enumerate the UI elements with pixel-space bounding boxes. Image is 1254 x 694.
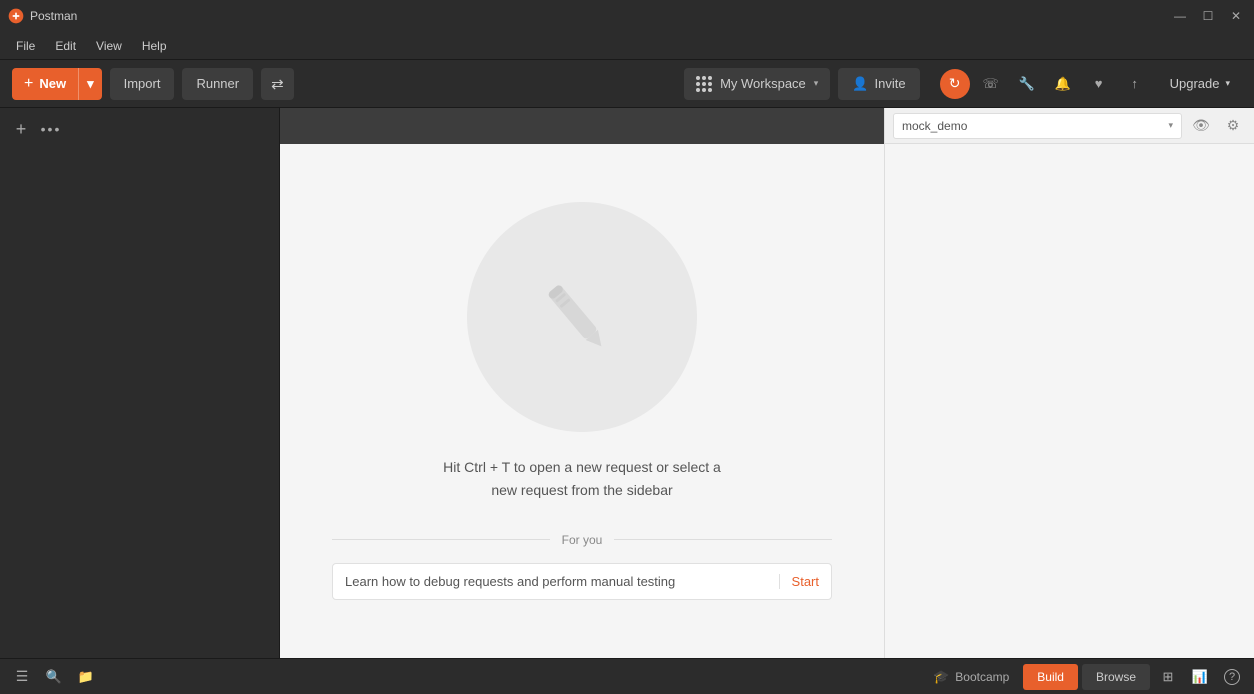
runner-button[interactable]: Runner (182, 68, 253, 100)
environment-selector[interactable]: mock_demo ▾ (893, 113, 1182, 139)
sidebar-tabs: + ••• (0, 108, 279, 142)
new-plus-icon: + (24, 75, 33, 93)
search-button[interactable]: 🔍 (40, 663, 68, 691)
learn-text: Learn how to debug requests and perform … (345, 574, 767, 589)
graph-button[interactable]: 📊 (1186, 663, 1214, 691)
sidebar: + ••• (0, 108, 280, 658)
eye-icon: 👁 (1192, 117, 1210, 134)
env-name: mock_demo (902, 119, 967, 133)
workspace-selector[interactable]: My Workspace ▾ (684, 68, 830, 100)
menu-edit[interactable]: Edit (47, 37, 84, 55)
help-button[interactable]: ? (1218, 663, 1246, 691)
content-tab-bar (280, 108, 884, 144)
upgrade-label: Upgrade (1170, 76, 1220, 91)
empty-state: Hit Ctrl + T to open a new request or se… (280, 144, 884, 658)
wrench-icon: 🔧 (1019, 76, 1035, 92)
right-panel (884, 144, 1254, 658)
workspace-name: My Workspace (720, 76, 806, 91)
bottom-left: ☰ 🔍 📁 (8, 663, 100, 691)
graph-icon: 📊 (1192, 669, 1208, 685)
title-left: Postman (8, 8, 77, 24)
new-label: New (39, 76, 66, 91)
heart-icon: ♥ (1095, 76, 1103, 91)
help-icon: ? (1224, 669, 1240, 685)
collection-button[interactable]: 📁 (72, 663, 100, 691)
layout-icon: ⊞ (1163, 669, 1174, 685)
sidebar-more-button[interactable]: ••• (38, 116, 64, 142)
sidebar-toggle-button[interactable]: ☰ (8, 663, 36, 691)
intercept-icon-button[interactable]: ☏ (976, 69, 1006, 99)
import-button[interactable]: Import (110, 68, 175, 100)
notifications-button[interactable]: 🔔 (1048, 69, 1078, 99)
menu-file[interactable]: File (8, 37, 43, 55)
edit-icon (532, 267, 632, 367)
for-you-divider: For you (332, 533, 832, 547)
bottom-right: 🎓 Bootcamp Build Browse ⊞ 📊 ? (923, 663, 1246, 691)
window-controls: — ☐ ✕ (1170, 9, 1246, 23)
for-you-item: Learn how to debug requests and perform … (332, 563, 832, 600)
sidebar-toggle-icon: ☰ (16, 668, 29, 685)
app-title: Postman (30, 9, 77, 23)
title-bar: Postman — ☐ ✕ (0, 0, 1254, 32)
maximize-button[interactable]: ☐ (1198, 9, 1218, 23)
settings-button[interactable]: ⚙ (1220, 113, 1246, 139)
divider-left (332, 539, 550, 540)
minimize-button[interactable]: — (1170, 9, 1190, 23)
wrench-button[interactable]: 🔧 (1012, 69, 1042, 99)
toolbar-right: ↻ ☏ 🔧 🔔 ♥ ↑ (940, 69, 1150, 99)
dots-icon: ••• (41, 121, 62, 137)
menu-bar: File Edit View Help (0, 32, 1254, 60)
for-you-label: For you (562, 533, 603, 547)
upgrade-chevron-icon: ▾ (1225, 78, 1230, 89)
plus-icon: + (16, 119, 27, 140)
upgrade-button[interactable]: Upgrade ▾ (1158, 68, 1242, 100)
collection-icon: 📁 (78, 669, 94, 685)
search-icon: 🔍 (46, 669, 62, 685)
postman-logo-icon (8, 8, 24, 24)
new-dropdown-arrow[interactable]: ▾ (78, 68, 102, 100)
sync-button[interactable]: ↻ (940, 69, 970, 99)
bootcamp-icon: 🎓 (933, 669, 949, 685)
bootcamp-label: Bootcamp (955, 670, 1009, 684)
empty-text: Hit Ctrl + T to open a new request or se… (443, 456, 721, 501)
invite-button[interactable]: 👤 Invite (838, 68, 919, 100)
close-button[interactable]: ✕ (1226, 9, 1246, 23)
upload-icon: ↑ (1131, 76, 1138, 91)
bootcamp-button[interactable]: 🎓 Bootcamp (923, 665, 1019, 689)
layout-button[interactable]: ⊞ (1154, 663, 1182, 691)
new-button[interactable]: + New ▾ (12, 68, 102, 100)
build-button[interactable]: Build (1023, 664, 1078, 690)
browse-button[interactable]: Browse (1082, 664, 1150, 690)
env-chevron-icon: ▾ (1168, 120, 1173, 131)
sync-icon: ↻ (949, 75, 961, 92)
main-area: + ••• mock_demo ▾ 👁 ⚙ (0, 108, 1254, 658)
workspace-chevron-icon: ▾ (814, 78, 819, 89)
bottom-bar: ☰ 🔍 📁 🎓 Bootcamp Build Browse ⊞ 📊 ? (0, 658, 1254, 694)
eye-button[interactable]: 👁 (1188, 113, 1214, 139)
workspace-grid-icon (696, 76, 712, 92)
invite-icon: 👤 (852, 76, 868, 92)
heart-button[interactable]: ♥ (1084, 69, 1114, 99)
toolbar: + New ▾ Import Runner ⇄ My Workspace ▾ 👤… (0, 60, 1254, 108)
empty-icon-circle (467, 202, 697, 432)
for-you-section: For you Learn how to debug requests and … (332, 533, 832, 600)
start-button[interactable]: Start (779, 574, 819, 589)
menu-view[interactable]: View (88, 37, 130, 55)
top-strip: mock_demo ▾ 👁 ⚙ (280, 108, 1254, 144)
divider-right (614, 539, 832, 540)
invite-label: Invite (875, 76, 906, 91)
menu-help[interactable]: Help (134, 37, 175, 55)
gear-icon: ⚙ (1227, 117, 1240, 134)
intercept-button[interactable]: ⇄ (261, 68, 294, 100)
upload-button[interactable]: ↑ (1120, 69, 1150, 99)
bell-icon: 🔔 (1055, 76, 1071, 92)
center-right-wrapper: mock_demo ▾ 👁 ⚙ (280, 108, 1254, 658)
new-chevron-icon: ▾ (87, 76, 94, 92)
right-panel-toolbar: mock_demo ▾ 👁 ⚙ (884, 108, 1254, 144)
phone-icon: ☏ (982, 76, 998, 92)
sidebar-add-button[interactable]: + (8, 116, 34, 142)
content-row: Hit Ctrl + T to open a new request or se… (280, 144, 1254, 658)
